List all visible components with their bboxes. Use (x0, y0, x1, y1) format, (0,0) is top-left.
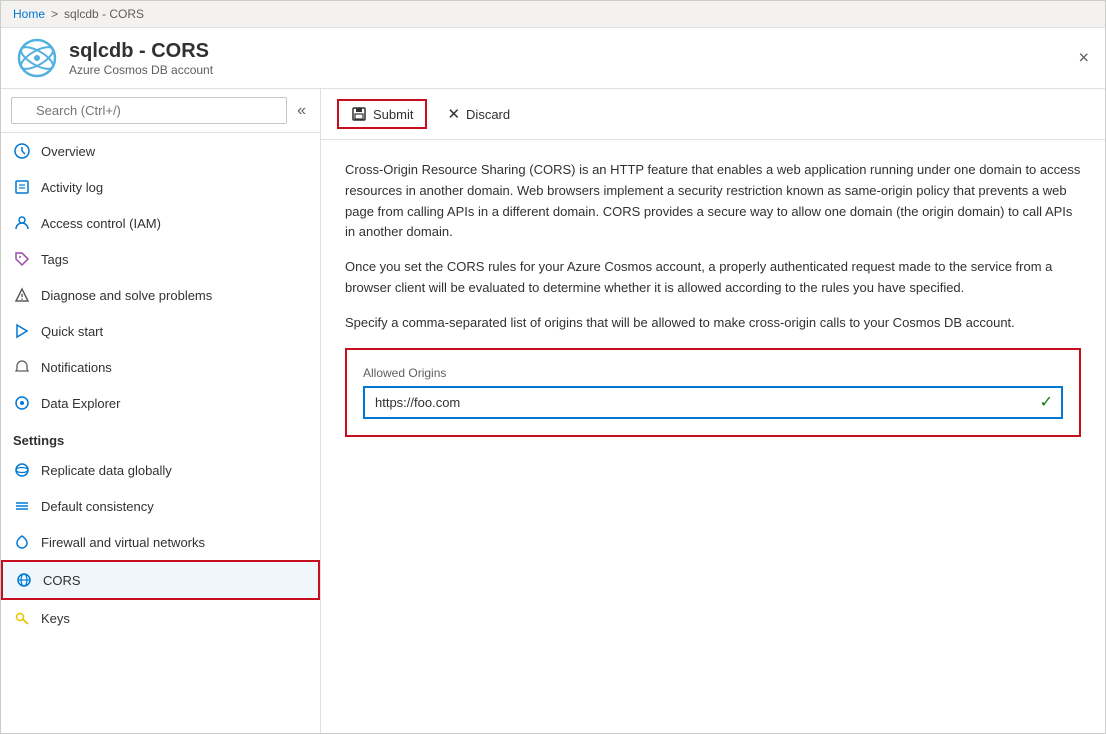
page-subtitle: Azure Cosmos DB account (69, 63, 213, 77)
tags-icon (13, 250, 31, 268)
firewall-icon (13, 533, 31, 551)
keys-icon (13, 609, 31, 627)
sidebar-item-firewall[interactable]: Firewall and virtual networks (1, 524, 320, 560)
notifications-icon (13, 358, 31, 376)
sidebar-nav: Overview Activity log Access control (IA… (1, 133, 320, 733)
settings-section-header: Settings (1, 421, 320, 452)
consistency-icon (13, 497, 31, 515)
sidebar-item-activity-log[interactable]: Activity log (1, 169, 320, 205)
discard-button[interactable]: ✕ Discard (435, 100, 522, 128)
close-button[interactable]: × (1078, 48, 1089, 69)
sidebar-item-diagnose-label: Diagnose and solve problems (41, 288, 212, 303)
sidebar-item-data-explorer[interactable]: Data Explorer (1, 385, 320, 421)
replicate-icon (13, 461, 31, 479)
sidebar-item-cors-label: CORS (43, 573, 81, 588)
data-explorer-icon (13, 394, 31, 412)
toolbar: Submit ✕ Discard (321, 89, 1105, 140)
sidebar-item-overview[interactable]: Overview (1, 133, 320, 169)
sidebar-item-notifications[interactable]: Notifications (1, 349, 320, 385)
activity-log-icon (13, 178, 31, 196)
overview-icon (13, 142, 31, 160)
breadcrumb-current: sqlcdb - CORS (64, 7, 144, 21)
sidebar-item-firewall-label: Firewall and virtual networks (41, 535, 205, 550)
sidebar-item-diagnose[interactable]: Diagnose and solve problems (1, 277, 320, 313)
sidebar-item-consistency-label: Default consistency (41, 499, 154, 514)
sidebar-item-tags-label: Tags (41, 252, 68, 267)
cosmos-icon (17, 38, 57, 78)
sidebar-item-access-control[interactable]: Access control (IAM) (1, 205, 320, 241)
cors-icon (15, 571, 33, 589)
diagnose-icon (13, 286, 31, 304)
search-row: 🔍 « (1, 89, 320, 133)
breadcrumb-home[interactable]: Home (13, 7, 45, 21)
sidebar-item-replicate-label: Replicate data globally (41, 463, 172, 478)
sidebar-item-consistency[interactable]: Default consistency (1, 488, 320, 524)
cors-allowed-origins-section: Allowed Origins ✓ (345, 348, 1081, 437)
page-header: sqlcdb - CORS Azure Cosmos DB account × (1, 28, 1105, 89)
breadcrumb-separator: > (51, 7, 58, 21)
sidebar-item-quick-start[interactable]: Quick start (1, 313, 320, 349)
sidebar: 🔍 « Overview Activity log (1, 89, 321, 733)
save-icon (351, 106, 367, 122)
sidebar-item-data-explorer-label: Data Explorer (41, 396, 120, 411)
allowed-origins-input[interactable] (363, 386, 1063, 419)
collapse-button[interactable]: « (293, 102, 310, 120)
origin-input-wrap: ✓ (363, 386, 1063, 419)
sidebar-item-notifications-label: Notifications (41, 360, 112, 375)
sidebar-item-tags[interactable]: Tags (1, 241, 320, 277)
sidebar-item-replicate[interactable]: Replicate data globally (1, 452, 320, 488)
description-2: Once you set the CORS rules for your Azu… (345, 257, 1081, 299)
description-3: Specify a comma-separated list of origin… (345, 313, 1081, 334)
content-area: Submit ✕ Discard Cross-Origin Resource S… (321, 89, 1105, 733)
allowed-origins-label: Allowed Origins (363, 366, 1063, 380)
quickstart-icon (13, 322, 31, 340)
submit-button[interactable]: Submit (337, 99, 427, 129)
sidebar-item-quick-start-label: Quick start (41, 324, 103, 339)
page-title: sqlcdb - CORS (69, 40, 213, 63)
sidebar-item-cors[interactable]: CORS (1, 560, 320, 600)
sidebar-item-activity-log-label: Activity log (41, 180, 103, 195)
sidebar-item-keys[interactable]: Keys (1, 600, 320, 636)
sidebar-item-overview-label: Overview (41, 144, 95, 159)
search-input[interactable] (11, 97, 287, 124)
sidebar-item-keys-label: Keys (41, 611, 70, 626)
content-body: Cross-Origin Resource Sharing (CORS) is … (321, 140, 1105, 733)
discard-icon: ✕ (447, 105, 460, 123)
breadcrumb: Home > sqlcdb - CORS (1, 1, 1105, 28)
check-icon: ✓ (1040, 392, 1053, 412)
description-1: Cross-Origin Resource Sharing (CORS) is … (345, 160, 1081, 243)
sidebar-item-iam-label: Access control (IAM) (41, 216, 161, 231)
iam-icon (13, 214, 31, 232)
